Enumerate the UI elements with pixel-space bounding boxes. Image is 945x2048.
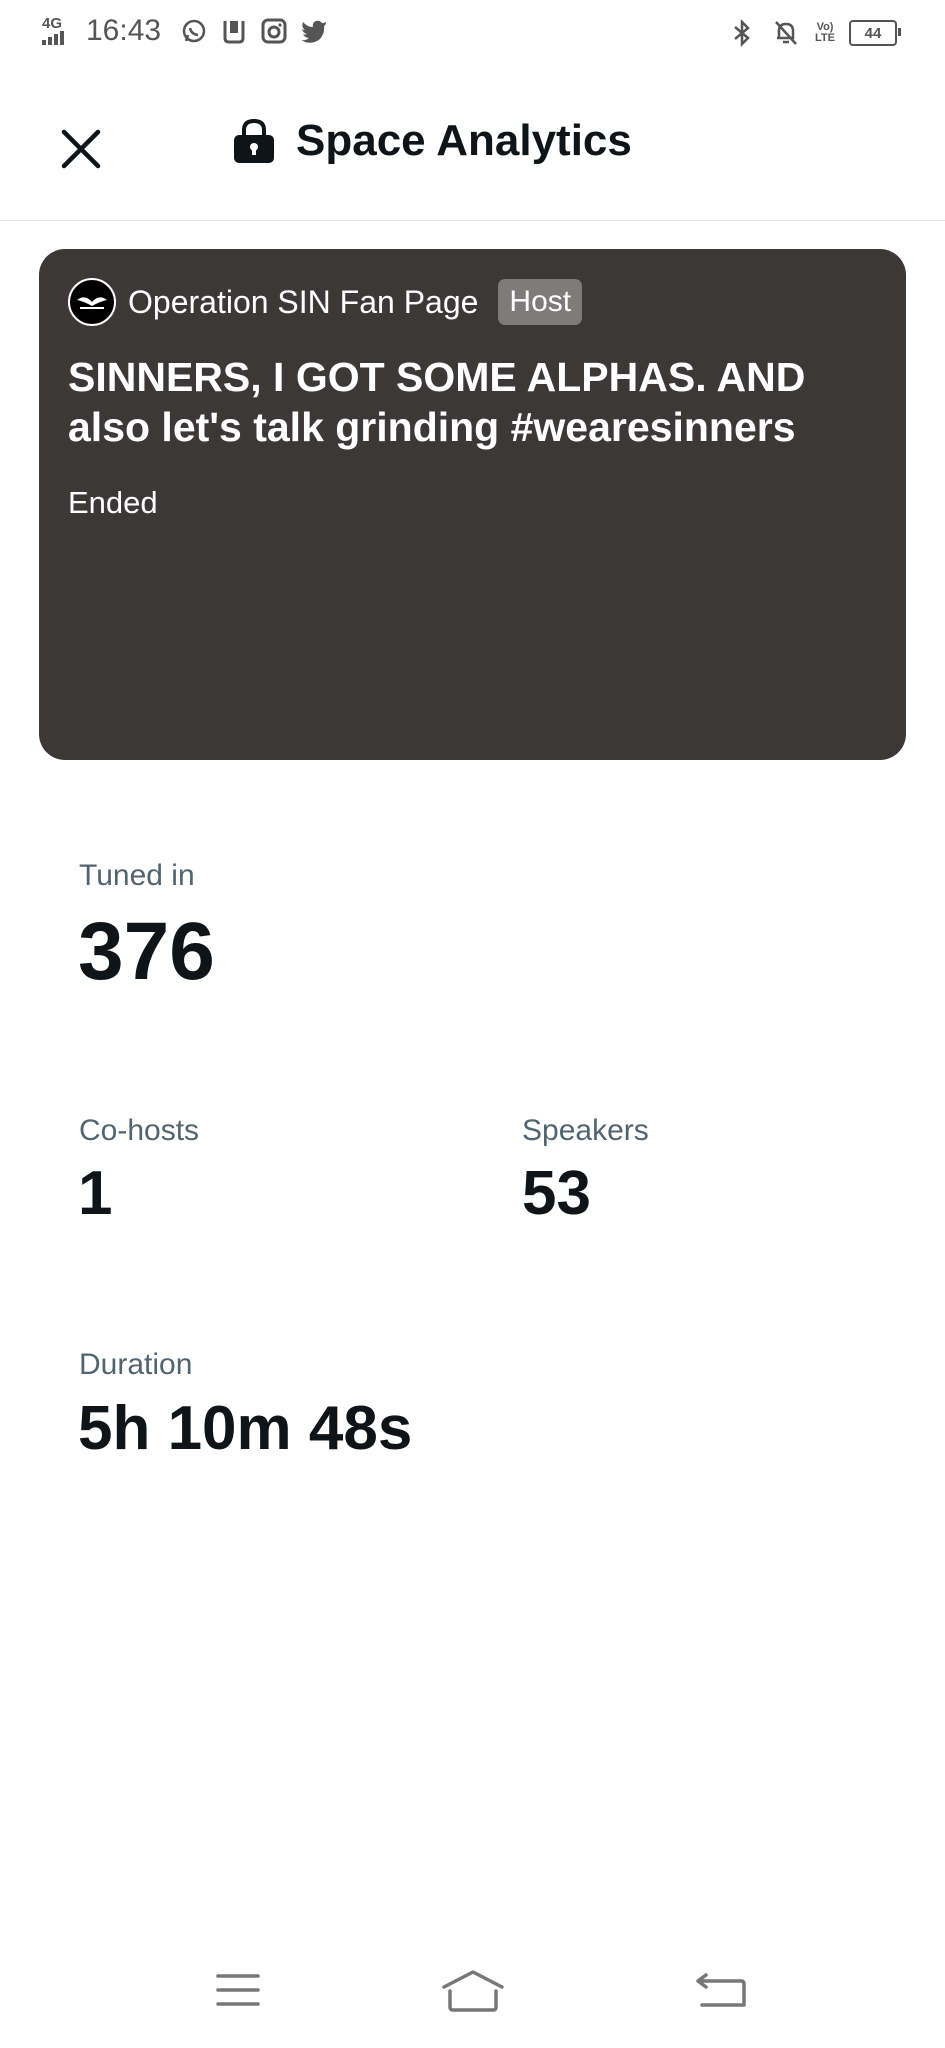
menu-button[interactable] — [203, 1960, 273, 2020]
status-bar: 4G 16:43 Vo) LTE 44 — [0, 0, 945, 74]
space-card[interactable]: Operation SIN Fan Page Host SINNERS, I G… — [39, 249, 906, 760]
host-row: Operation SIN Fan Page Host — [68, 278, 583, 326]
duration-value: 5h 10m 48s — [78, 1394, 413, 1463]
tuned-in-value: 376 — [78, 906, 215, 997]
volte-icon: Vo) LTE — [815, 21, 835, 44]
tuned-in-label: Tuned in — [79, 859, 195, 892]
host-name: Operation SIN Fan Page — [128, 283, 479, 320]
battery-level: 44 — [864, 24, 882, 42]
mute-notifications-icon — [771, 18, 801, 48]
header: Space Analytics — [0, 74, 945, 221]
host-badge: Host — [498, 279, 583, 325]
network-type: 4G — [42, 15, 63, 32]
co-hosts-value: 1 — [78, 1159, 113, 1228]
close-icon — [61, 129, 101, 169]
twitter-icon — [299, 16, 329, 46]
co-hosts-label: Co-hosts — [79, 1114, 200, 1147]
instagram-icon — [259, 16, 289, 46]
battery-icon: 44 — [849, 20, 901, 46]
speakers-label: Speakers — [522, 1114, 649, 1147]
space-status: Ended — [68, 485, 158, 520]
menu-icon — [216, 1974, 260, 2006]
bluetooth-icon — [727, 18, 757, 48]
signal-icon: 4G — [42, 15, 76, 45]
back-button[interactable] — [686, 1960, 756, 2020]
app-notification-icon — [219, 16, 249, 46]
page-title: Space Analytics — [296, 116, 632, 165]
home-icon — [442, 1970, 504, 2012]
status-time: 16:43 — [86, 14, 162, 47]
close-button[interactable] — [56, 124, 106, 174]
duration-label: Duration — [79, 1348, 193, 1381]
whatsapp-icon — [179, 16, 209, 46]
space-title: SINNERS, I GOT SOME ALPHAS. AND also let… — [68, 354, 806, 450]
host-avatar — [68, 278, 116, 326]
back-icon — [696, 1973, 746, 2007]
lock-icon — [234, 118, 274, 163]
speakers-value: 53 — [522, 1159, 591, 1228]
home-button[interactable] — [438, 1960, 508, 2020]
